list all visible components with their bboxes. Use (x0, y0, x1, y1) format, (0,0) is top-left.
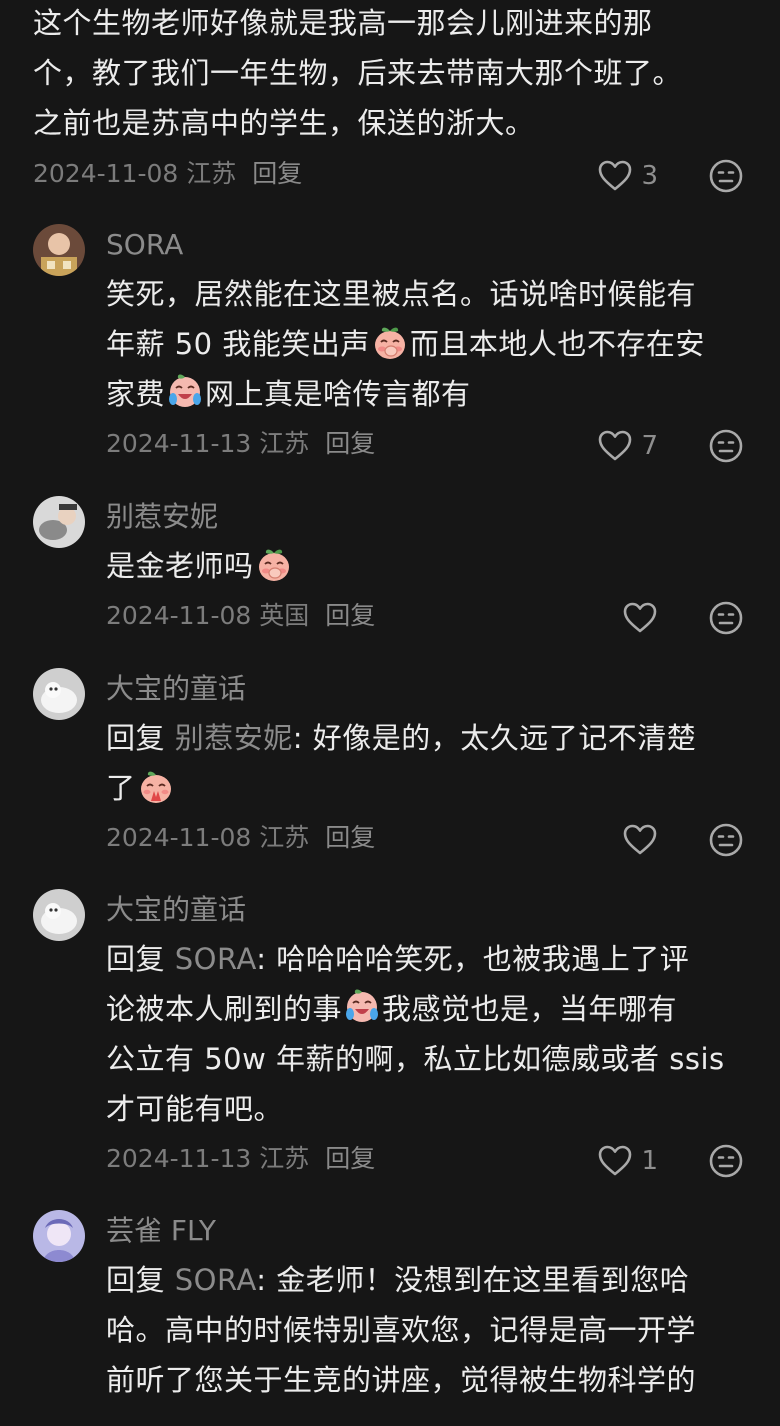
comment-meta: 2024-11-13 江苏 回复 (106, 428, 375, 460)
comment-body: 回复 SORA: 金老师！没想到在这里看到您哈 哈。高中的时候特别喜欢您，记得是… (106, 1263, 697, 1397)
avatar[interactable] (33, 889, 85, 941)
like-button[interactable]: 7 (597, 428, 658, 464)
comment-author[interactable]: SORA (106, 227, 183, 263)
comment-date: 2024-11-13 (106, 429, 252, 458)
comment-body: 回复 SORA: 哈哈哈哈笑死，也被我遇上了评 论被本人刷到的事 我感觉也是，当年… (106, 942, 725, 1126)
comment-location: 江苏 (259, 429, 310, 458)
reply-button[interactable]: 回复 (252, 159, 302, 188)
reply-button[interactable]: 回复 (325, 1144, 375, 1173)
comment-location: 江苏 (259, 1144, 310, 1173)
comment-author[interactable]: 大宝的童话 (106, 892, 246, 928)
laugh-cry-emoji (166, 373, 204, 411)
dislike-button[interactable] (708, 158, 744, 194)
like-count: 7 (641, 431, 658, 461)
reply-target[interactable]: SORA (175, 942, 257, 976)
meh-face-icon (708, 428, 744, 464)
heart-outline-icon (597, 158, 633, 194)
dislike-button[interactable] (708, 822, 744, 858)
comment-meta: 2024-11-08 英国 回复 (106, 600, 375, 632)
peach-pray-emoji (137, 767, 175, 805)
like-button[interactable]: 1 (597, 1143, 658, 1179)
comment-author[interactable]: 大宝的童话 (106, 671, 246, 707)
comment-thread: 这个生物老师好像就是我高一那会儿刚进来的那 个，教了我们一年生物，后来去带南大那… (0, 0, 780, 1426)
comment-body: 是金老师吗 (106, 541, 746, 591)
heart-outline-icon (622, 822, 658, 858)
meh-face-icon (708, 822, 744, 858)
like-button[interactable]: 3 (597, 158, 658, 194)
dislike-button[interactable] (708, 428, 744, 464)
meh-face-icon (708, 1143, 744, 1179)
comment-text-line: 之前也是苏高中的学生，保送的浙大。 (33, 106, 535, 140)
like-button[interactable] (622, 600, 658, 636)
like-button[interactable] (622, 822, 658, 858)
reply-button[interactable]: 回复 (325, 601, 375, 630)
comment-body: 这个生物老师好像就是我高一那会儿刚进来的那 个，教了我们一年生物，后来去带南大那… (33, 0, 743, 148)
reply-target[interactable]: 别惹安妮 (175, 721, 293, 755)
avatar[interactable] (33, 496, 85, 548)
avatar[interactable] (33, 668, 85, 720)
reply-button[interactable]: 回复 (325, 823, 375, 852)
heart-outline-icon (622, 600, 658, 636)
laugh-cry-emoji (343, 988, 381, 1026)
comment-text-line: 这个生物老师好像就是我高一那会儿刚进来的那 (33, 6, 653, 40)
dislike-button[interactable] (708, 600, 744, 636)
comment-meta: 2024-11-08 江苏 回复 (33, 158, 302, 190)
like-count: 3 (641, 161, 658, 191)
meh-face-icon (708, 600, 744, 636)
comment-location: 江苏 (259, 823, 310, 852)
comment-date: 2024-11-08 (33, 159, 179, 188)
comment-date: 2024-11-08 (106, 601, 252, 630)
comment-meta: 2024-11-13 江苏 回复 (106, 1143, 375, 1175)
heart-outline-icon (597, 1143, 633, 1179)
comment-location: 英国 (259, 601, 310, 630)
meh-face-icon (708, 158, 744, 194)
comment-meta: 2024-11-08 江苏 回复 (106, 822, 375, 854)
avatar[interactable] (33, 1210, 85, 1262)
peach-cover-mouth-emoji (371, 323, 409, 361)
like-count: 1 (641, 1146, 658, 1176)
comment-date: 2024-11-13 (106, 1144, 252, 1173)
comment-author[interactable]: 别惹安妮 (106, 499, 218, 535)
avatar[interactable] (33, 224, 85, 276)
comment-body: 回复 别惹安妮: 好像是的，太久远了记不清楚 了 (106, 721, 697, 805)
comment-text-line: 个，教了我们一年生物，后来去带南大那个班了。 (33, 56, 683, 90)
peach-cover-mouth-emoji (255, 545, 293, 583)
reply-button[interactable]: 回复 (325, 429, 375, 458)
dislike-button[interactable] (708, 1143, 744, 1179)
reply-target[interactable]: SORA (175, 1263, 257, 1297)
comment-date: 2024-11-08 (106, 823, 252, 852)
comment-body: 笑死，居然能在这里被点名。话说啥时候能有 年薪 50 我能笑出声 而且本地人也不存… (106, 277, 705, 411)
heart-outline-icon (597, 428, 633, 464)
comment-author[interactable]: 芸雀 FLY (106, 1213, 216, 1249)
comment-location: 江苏 (186, 159, 237, 188)
